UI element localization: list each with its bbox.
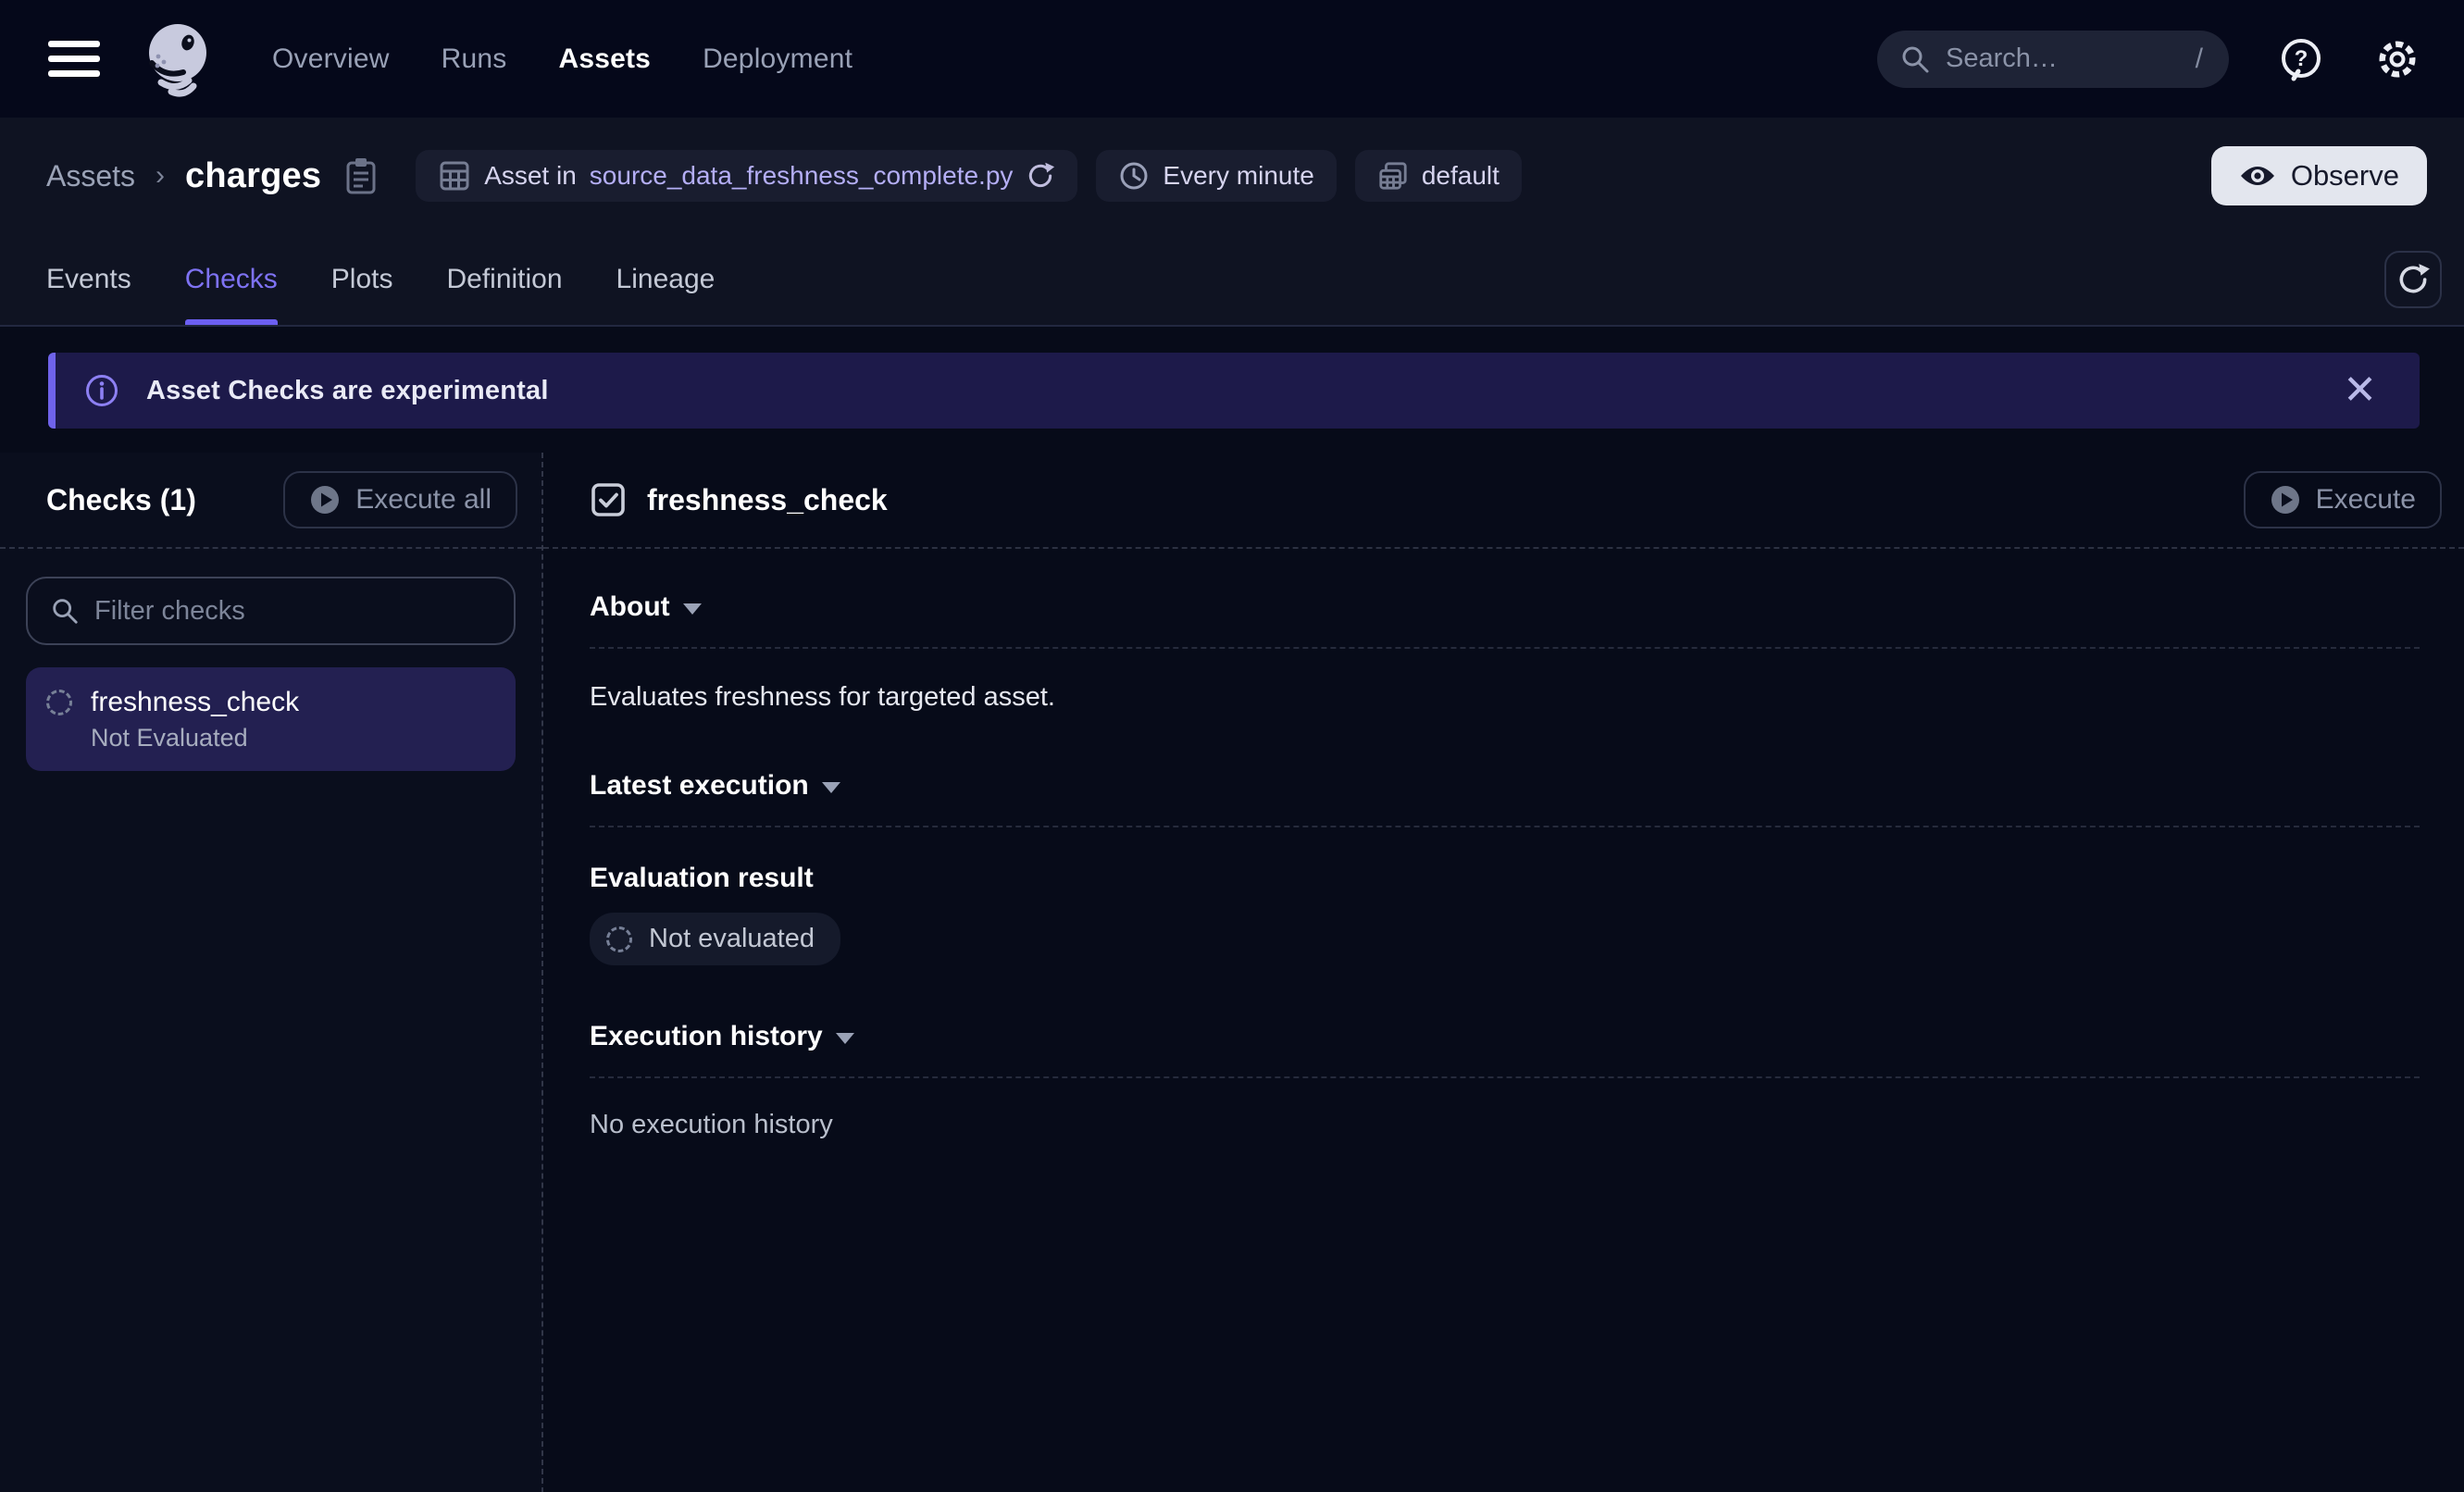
code-location-file-link[interactable]: source_data_freshness_complete.py — [590, 161, 1014, 191]
tab-lineage[interactable]: Lineage — [616, 234, 716, 325]
refresh-icon — [2396, 262, 2431, 297]
nav-links: Overview Runs Assets Deployment — [272, 44, 852, 75]
svg-text:?: ? — [2295, 46, 2308, 71]
hamburger-menu-icon[interactable] — [46, 35, 102, 82]
execute-label: Execute — [2316, 484, 2416, 516]
page-title: charges — [185, 156, 321, 196]
execute-all-button[interactable]: Execute all — [283, 471, 517, 528]
breadcrumb-assets-link[interactable]: Assets — [46, 159, 135, 193]
tab-plots[interactable]: Plots — [331, 234, 393, 325]
not-evaluated-spinner-icon — [606, 926, 632, 952]
chevron-down-icon — [836, 1033, 854, 1044]
latest-execution-section-toggle[interactable]: Latest execution — [590, 770, 840, 802]
checkbox-icon — [590, 481, 627, 518]
tab-definition[interactable]: Definition — [446, 234, 562, 325]
asset-tabs-row: Events Checks Plots Definition Lineage — [0, 234, 2464, 325]
play-circle-icon — [2270, 484, 2301, 516]
execution-history-section-toggle[interactable]: Execution history — [590, 1021, 854, 1052]
breadcrumb-separator: › — [156, 160, 165, 192]
checks-sidebar: Checks (1) Execute all — [0, 453, 543, 1492]
check-item-status: Not Evaluated — [91, 721, 495, 754]
check-detail-panel: freshness_check Execute About — [543, 453, 2464, 1492]
checks-count-title: Checks (1) — [46, 483, 196, 517]
code-location-prefix: Asset in — [484, 161, 577, 191]
execution-history-heading: Execution history — [590, 1021, 823, 1052]
tab-checks[interactable]: Checks — [185, 234, 278, 325]
filter-checks-field — [26, 577, 516, 645]
nav-item-deployment[interactable]: Deployment — [703, 44, 852, 75]
sidebar-header: Checks (1) Execute all — [0, 453, 541, 549]
top-navbar: Overview Runs Assets Deployment Search… … — [0, 0, 2464, 118]
divider — [590, 647, 2420, 649]
experimental-banner: Asset Checks are experimental ✕ — [48, 353, 2420, 429]
table-grid-icon — [438, 159, 471, 193]
divider — [590, 1076, 2420, 1078]
asset-header: Assets › charges — [0, 118, 2464, 327]
check-list-item-freshness-check[interactable]: freshness_check Not Evaluated — [26, 667, 516, 771]
observe-button[interactable]: Observe — [2211, 146, 2427, 205]
chevron-down-icon — [822, 782, 840, 793]
eye-icon — [2239, 163, 2276, 189]
search-icon — [1899, 44, 1931, 75]
breadcrumb: Assets › charges — [0, 118, 2464, 234]
info-icon — [83, 372, 120, 409]
nav-item-assets[interactable]: Assets — [558, 44, 651, 75]
banner-close-icon[interactable]: ✕ — [2335, 367, 2384, 415]
refresh-button[interactable] — [2384, 251, 2442, 308]
clock-icon — [1118, 160, 1150, 192]
group-grid-icon — [1377, 160, 1409, 192]
evaluation-result-value: Not evaluated — [649, 924, 815, 954]
latest-execution-heading: Latest execution — [590, 770, 809, 802]
checks-panels: Checks (1) Execute all — [0, 453, 2464, 1492]
nav-right-cluster: Search… / ? — [1877, 31, 2421, 88]
evaluation-result-label: Evaluation result — [590, 863, 814, 894]
filter-search-icon — [50, 596, 80, 626]
not-evaluated-spinner-icon — [46, 690, 72, 715]
reload-location-icon[interactable] — [1026, 161, 1055, 191]
check-detail-header: freshness_check Execute — [543, 453, 2464, 549]
copy-asset-name-icon[interactable] — [343, 155, 379, 196]
check-detail-title: freshness_check — [647, 483, 888, 517]
tab-events[interactable]: Events — [46, 234, 131, 325]
group-chip[interactable]: default — [1355, 150, 1522, 202]
freshness-policy-chip[interactable]: Every minute — [1096, 150, 1336, 202]
execution-history-empty-text: No execution history — [590, 1110, 2420, 1140]
search-shortcut-hint: / — [2196, 44, 2203, 75]
code-location-chip: Asset in source_data_freshness_complete.… — [416, 150, 1077, 202]
dagster-app: Overview Runs Assets Deployment Search… … — [0, 0, 2464, 1492]
divider — [590, 826, 2420, 827]
check-description: Evaluates freshness for targeted asset. — [590, 682, 2420, 713]
group-label: default — [1422, 161, 1500, 191]
nav-item-overview[interactable]: Overview — [272, 44, 390, 75]
search-placeholder: Search… — [1946, 44, 2181, 74]
check-item-name: freshness_check — [91, 684, 495, 721]
about-section-toggle[interactable]: About — [590, 591, 702, 623]
settings-gear-icon[interactable] — [2373, 35, 2421, 83]
sidebar-body: freshness_check Not Evaluated — [0, 549, 541, 799]
play-circle-icon — [309, 484, 341, 516]
nav-item-runs[interactable]: Runs — [442, 44, 507, 75]
help-icon[interactable]: ? — [2277, 35, 2325, 83]
evaluation-result-badge: Not evaluated — [590, 913, 840, 965]
global-search-input[interactable]: Search… / — [1877, 31, 2229, 88]
banner-message: Asset Checks are experimental — [146, 376, 549, 406]
filter-checks-input[interactable] — [94, 596, 492, 627]
chevron-down-icon — [683, 603, 702, 615]
dagster-logo-icon[interactable] — [141, 21, 213, 97]
observe-button-label: Observe — [2291, 159, 2399, 193]
asset-tabs: Events Checks Plots Definition Lineage — [46, 234, 715, 325]
freshness-policy-label: Every minute — [1163, 161, 1313, 191]
execute-all-label: Execute all — [355, 484, 492, 516]
execute-button[interactable]: Execute — [2244, 471, 2442, 528]
banner-area: Asset Checks are experimental ✕ — [0, 327, 2464, 453]
check-detail-body: About Evaluates freshness for targeted a… — [543, 549, 2464, 1140]
about-heading: About — [590, 591, 670, 623]
